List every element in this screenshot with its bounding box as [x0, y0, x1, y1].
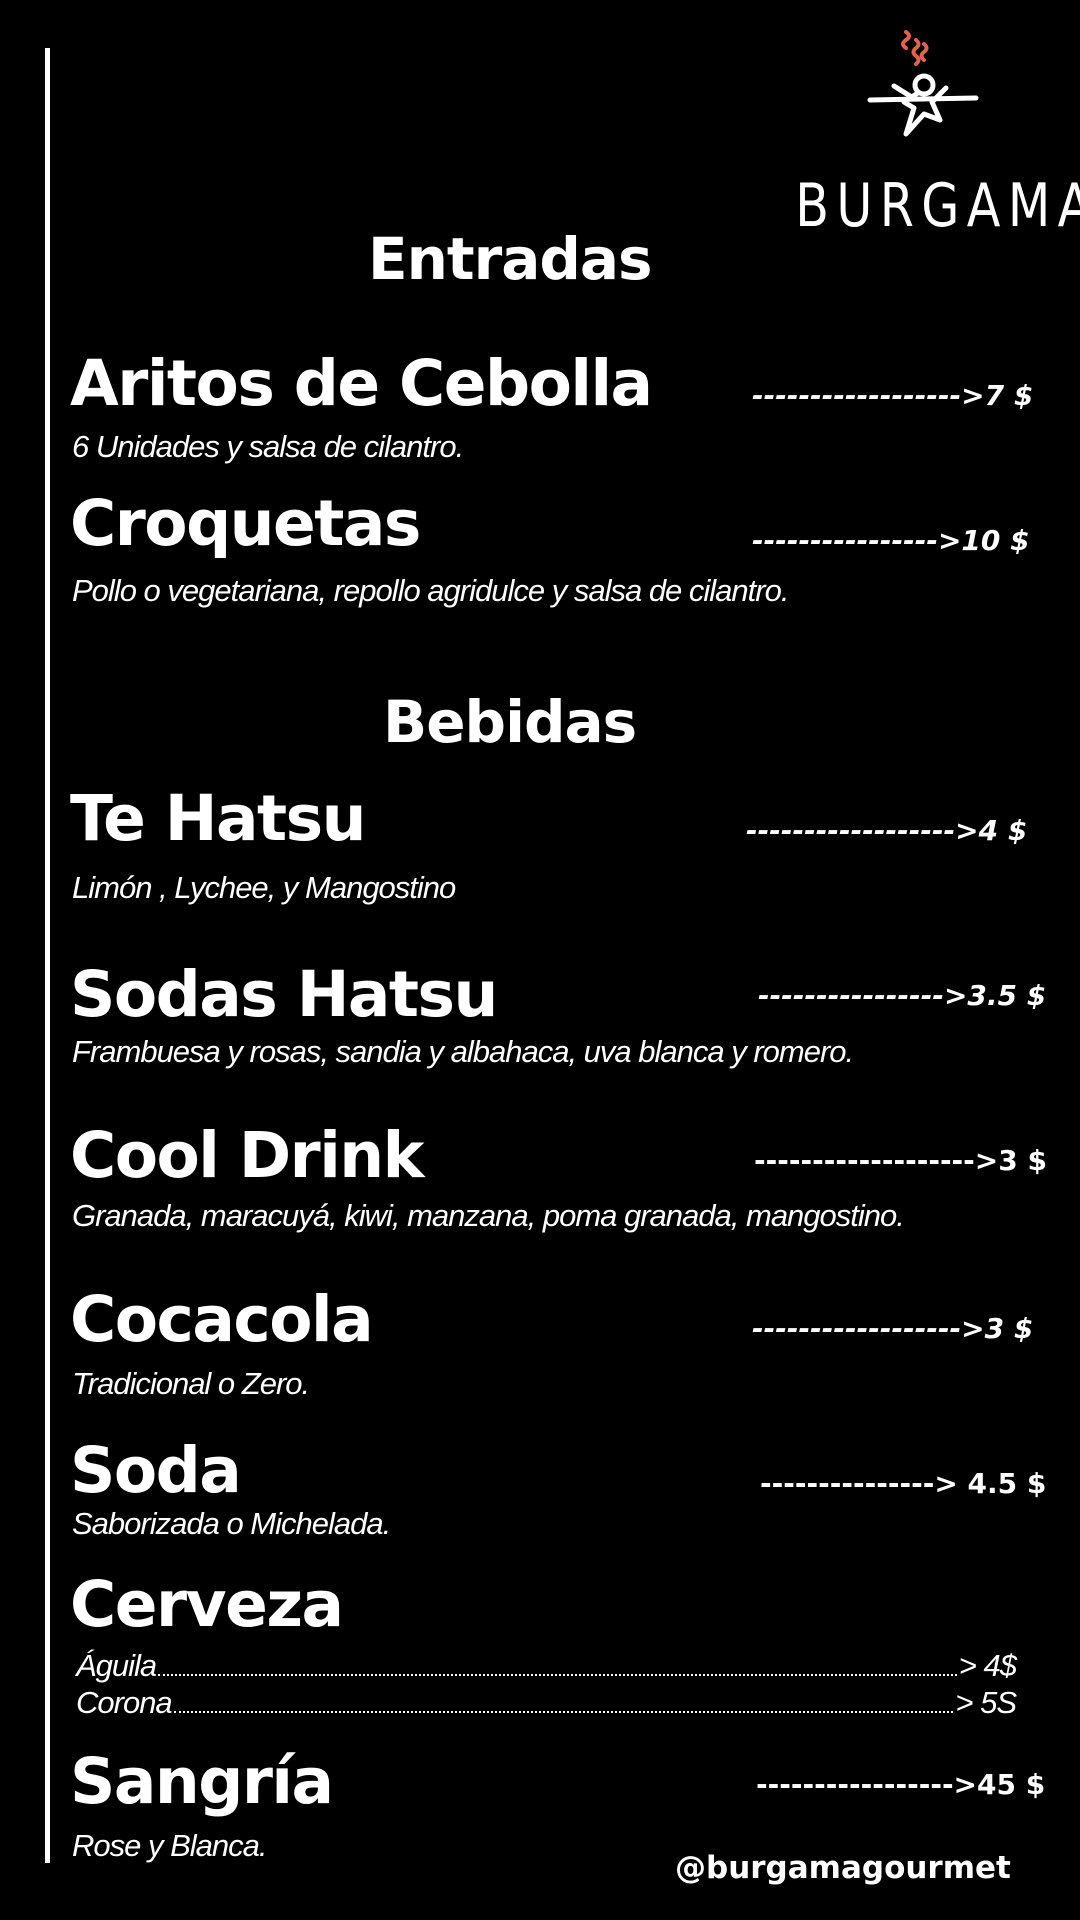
social-handle: @burgamagourmet	[675, 1850, 1011, 1886]
brand-logo: BURGAMA	[770, 28, 1080, 236]
dot-leader	[158, 1674, 957, 1676]
item-price-croquetas: ---------------->10 $	[752, 524, 1030, 557]
beer-name-aguila: Águila	[76, 1648, 157, 1683]
chef-mascot-icon	[867, 30, 979, 137]
beer-row-aguila: Águila > 4$	[76, 1648, 1017, 1683]
item-price-cocacola: ------------------>3 $	[752, 1312, 1034, 1345]
item-name-sangria: Sangría	[70, 1745, 334, 1818]
beer-price-corona: > 5S	[955, 1685, 1017, 1720]
item-price-aritos: ------------------>7 $	[752, 379, 1034, 412]
item-name-cool-drink: Cool Drink	[70, 1119, 425, 1192]
item-price-cool-drink: ------------------->3 $	[754, 1144, 1047, 1177]
item-name-cerveza: Cerveza	[70, 1568, 344, 1641]
beer-name-corona: Corona	[76, 1685, 173, 1720]
section-title-bebidas: Bebidas	[383, 688, 637, 756]
beer-price-aguila: > 4$	[958, 1648, 1017, 1683]
item-name-sodas-hatsu: Sodas Hatsu	[70, 958, 498, 1031]
item-name-cocacola: Cocacola	[70, 1283, 374, 1356]
item-desc-sangria: Rose y Blanca.	[72, 1828, 267, 1863]
left-divider-line	[45, 48, 50, 1863]
item-desc-soda: Saborizada o Michelada.	[72, 1506, 391, 1541]
item-desc-sodas-hatsu: Frambuesa y rosas, sandia y albahaca, uv…	[72, 1034, 854, 1069]
brand-name: BURGAMA	[795, 171, 1080, 241]
item-name-croquetas: Croquetas	[70, 487, 421, 560]
item-desc-aritos: 6 Unidades y salsa de cilantro.	[72, 429, 464, 464]
item-desc-te-hatsu: Limón , Lychee, y Mangostino	[72, 870, 456, 905]
item-price-sodas-hatsu: ---------------->3.5 $	[758, 979, 1047, 1012]
section-title-entradas: Entradas	[368, 225, 653, 293]
dot-leader	[173, 1711, 954, 1713]
item-price-sangria: ----------------->45 $	[756, 1768, 1046, 1801]
item-desc-cool-drink: Granada, maracuyá, kiwi, manzana, poma g…	[72, 1198, 905, 1233]
item-name-soda: Soda	[70, 1434, 242, 1507]
item-price-te-hatsu: ------------------>4 $	[746, 814, 1028, 847]
item-name-aritos: Aritos de Cebolla	[70, 347, 653, 420]
item-price-soda: ---------------> 4.5 $	[760, 1467, 1047, 1500]
item-desc-cocacola: Tradicional o Zero.	[72, 1366, 310, 1401]
item-desc-croquetas: Pollo o vegetariana, repollo agridulce y…	[72, 573, 789, 608]
beer-row-corona: Corona > 5S	[76, 1685, 1017, 1720]
item-name-te-hatsu: Te Hatsu	[70, 782, 366, 855]
